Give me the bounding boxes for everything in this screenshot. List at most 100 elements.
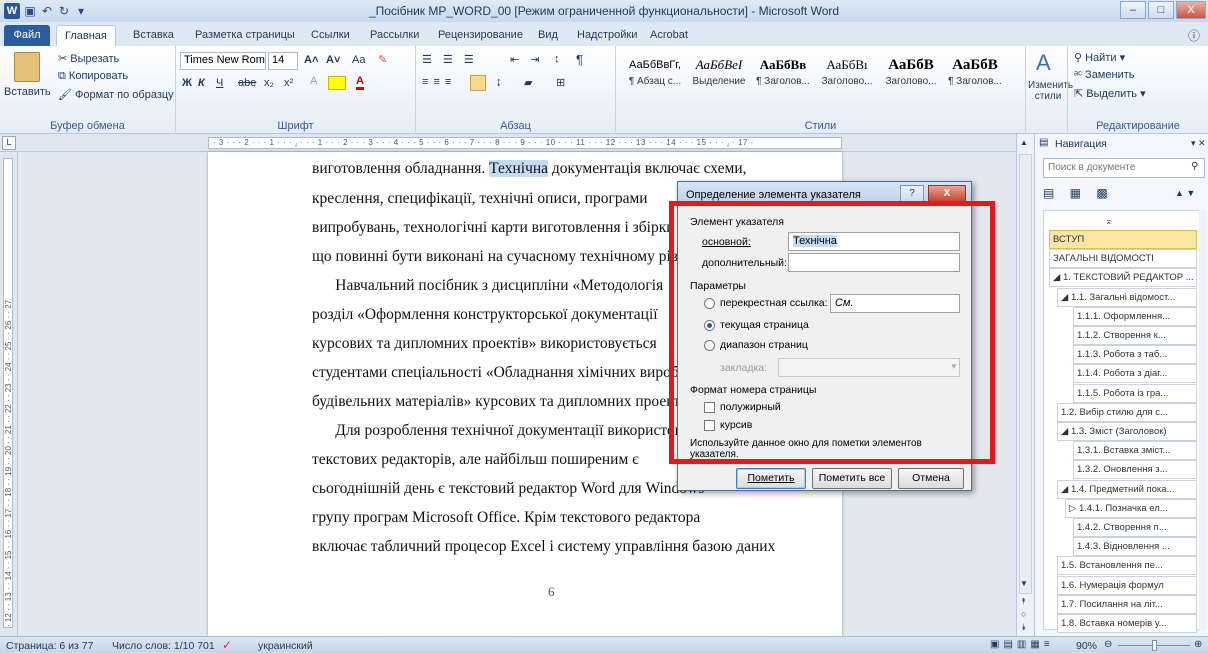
style-item-heading1[interactable]: АаБбВв ¶ Заголов... <box>752 50 814 94</box>
zoom-out-icon[interactable]: ⊖ <box>1104 639 1112 650</box>
view-buttons-icon[interactable]: ▣▤▥▦≡ <box>990 639 1054 650</box>
word-count[interactable]: Число слов: 1/10 701 <box>112 640 215 652</box>
nav-item[interactable]: 1.2. Вибір стилю для с... <box>1057 402 1197 422</box>
highlight-icon[interactable] <box>328 76 346 90</box>
nav-item[interactable]: 1.3.2. Оновлення з... <box>1073 460 1197 480</box>
cut-button[interactable]: ✂ Вырезать <box>58 52 119 65</box>
nav-item[interactable]: 1.4.3. Відновлення ... <box>1073 537 1197 557</box>
prev-page-icon[interactable]: ⯭ <box>1021 596 1026 607</box>
font-name-select[interactable]: Times New Rom <box>180 52 266 70</box>
maximize-button[interactable]: □ <box>1148 1 1174 19</box>
nav-item[interactable]: ◢ 1.3. Зміст (Заголовок) <box>1057 422 1197 441</box>
language-indicator[interactable]: украинский <box>258 640 313 652</box>
shrink-font-button[interactable]: A˅ <box>326 54 340 66</box>
mark-all-button[interactable]: Пометить все <box>812 468 892 489</box>
text-effects-icon[interactable]: A <box>310 75 317 87</box>
collapse-icon[interactable]: ⌅ <box>1105 216 1113 227</box>
nav-close-icon[interactable]: ▾ ✕ <box>1191 138 1206 149</box>
bullets-icon[interactable]: ☰ ☰ ☰ <box>422 53 478 66</box>
zoom-slider-thumb[interactable] <box>1151 640 1157 651</box>
tab-references[interactable]: Ссылки <box>303 25 358 46</box>
tab-review[interactable]: Рецензирование <box>430 25 531 46</box>
vertical-ruler[interactable]: · 12 · · 13 · · 14 · · 15 · · 16 · · 17 … <box>0 152 18 636</box>
next-page-icon[interactable]: ⯯ <box>1021 622 1026 633</box>
line-spacing-icon[interactable]: ↨ <box>496 76 502 88</box>
replace-button[interactable]: ᵃᶜ Заменить <box>1074 69 1134 81</box>
nav-item[interactable]: 1.1.5. Робота із гра... <box>1073 383 1197 403</box>
nav-item[interactable]: 1.4.2. Створення п... <box>1073 518 1197 537</box>
change-case-button[interactable]: Aa <box>352 54 365 66</box>
tab-view[interactable]: Вид <box>530 25 566 46</box>
font-color-icon[interactable]: A <box>356 75 364 90</box>
search-icon[interactable]: ⚲ <box>1191 161 1198 172</box>
nav-item[interactable]: ВСТУП <box>1049 230 1197 249</box>
grow-font-button[interactable]: A˄ <box>304 54 318 66</box>
nav-item[interactable]: 1.1.3. Робота з таб... <box>1073 345 1197 365</box>
page-count[interactable]: Страница: 6 из 77 <box>6 640 93 652</box>
zoom-level[interactable]: 90% <box>1076 640 1097 652</box>
italic-button[interactable]: К <box>198 77 205 89</box>
tab-page-layout[interactable]: Разметка страницы <box>187 25 303 46</box>
superscript-button[interactable]: x² <box>284 77 293 89</box>
nav-item[interactable]: 1.3.1. Вставка зміст... <box>1073 441 1197 461</box>
mark-button[interactable]: Пометить <box>736 468 806 489</box>
indent-icon[interactable]: ⇤ ⇥ <box>510 53 544 66</box>
nav-scrollbar[interactable] <box>1199 210 1207 630</box>
paste-button[interactable]: Вставить <box>4 86 51 98</box>
nav-item[interactable]: 1.1.4. Робота з діаг... <box>1073 364 1197 384</box>
align-icons[interactable]: ≡≡≡ <box>422 76 456 88</box>
bold-button[interactable]: Ж <box>182 77 192 89</box>
nav-item[interactable]: 1.5. Встановлення пе... <box>1057 556 1197 576</box>
nav-item[interactable]: ◢ 1. ТЕКСТОВИЙ РЕДАКТОР ... <box>1049 268 1197 288</box>
copy-button[interactable]: ⧉ Копировать <box>58 70 128 83</box>
vertical-scrollbar[interactable]: ▲ ▼ ⯭ ○ ⯯ <box>1016 134 1034 636</box>
spelling-icon[interactable]: ✓ <box>222 638 232 652</box>
nav-view-tabs[interactable]: ▤ ▦ ▩ <box>1043 186 1114 200</box>
close-button[interactable]: X <box>1176 1 1206 19</box>
tab-acrobat[interactable]: Acrobat <box>642 25 696 46</box>
find-button[interactable]: ⚲ Найти ▾ <box>1074 51 1125 64</box>
nav-item[interactable]: 1.1.2. Створення к... <box>1073 326 1197 345</box>
tab-file[interactable]: Файл <box>4 25 50 46</box>
underline-button[interactable]: Ч <box>216 77 223 89</box>
scroll-up-icon[interactable]: ▲ <box>1020 138 1028 147</box>
justify-icon[interactable] <box>470 75 486 91</box>
clear-format-icon[interactable]: ✎ <box>378 53 387 66</box>
tab-addins[interactable]: Надстройки <box>569 25 645 46</box>
nav-arrows-icon[interactable]: ▲ ▼ <box>1175 188 1195 198</box>
help-icon[interactable]: ⓘ <box>1188 27 1200 44</box>
show-marks-button[interactable]: ¶ <box>576 52 583 67</box>
zoom-in-icon[interactable]: ⊕ <box>1194 639 1202 650</box>
nav-item[interactable]: ЗАГАЛЬНІ ВІДОМОСТІ <box>1049 249 1197 269</box>
browse-object-icon[interactable]: ○ <box>1021 609 1026 619</box>
shading-icon[interactable]: ▰ <box>524 76 532 89</box>
tab-home[interactable]: Главная <box>56 25 116 46</box>
font-size-select[interactable]: 14 <box>268 52 298 70</box>
subscript-button[interactable]: x₂ <box>264 77 274 89</box>
nav-search-input[interactable]: Поиск в документе <box>1043 158 1205 178</box>
horizontal-ruler[interactable]: L · 3 · · · 2 · · · 1 · · · ⁁ · · · 1 · … <box>0 134 1016 152</box>
scroll-down-icon[interactable]: ▼ <box>1020 579 1028 588</box>
cancel-button[interactable]: Отмена <box>898 468 964 489</box>
dialog-help-button[interactable]: ? <box>900 185 924 202</box>
tab-mailings[interactable]: Рассылки <box>362 25 427 46</box>
nav-item[interactable]: 1.7. Посилання на літ... <box>1057 594 1197 614</box>
style-item-emphasis[interactable]: АаБбВеI Выделение <box>688 50 750 94</box>
tab-insert[interactable]: Вставка <box>125 25 182 46</box>
style-item-paragraph[interactable]: АаБбВвГг, ¶ Абзац с... <box>624 50 686 94</box>
nav-item[interactable]: 1.1.1. Оформлення... <box>1073 306 1197 326</box>
change-styles-icon[interactable]: A <box>1036 50 1051 76</box>
borders-icon[interactable]: ⊞ <box>556 76 565 89</box>
strikethrough-button[interactable]: abe <box>238 77 256 89</box>
style-item-heading3[interactable]: АаБбВ Заголово... <box>880 50 942 94</box>
tab-selector-icon[interactable]: L <box>2 136 16 150</box>
change-styles-button[interactable]: Изменить стили <box>1028 80 1073 102</box>
style-item-heading2[interactable]: АаБбВı Заголово... <box>816 50 878 94</box>
select-button[interactable]: ⇱ Выделить ▾ <box>1074 87 1146 100</box>
paste-icon[interactable] <box>14 52 40 82</box>
style-item-heading4[interactable]: АаБбВ ¶ Заголов... <box>944 50 1006 94</box>
nav-item[interactable]: 1.6. Нумерація формул <box>1057 575 1197 595</box>
sort-icon[interactable]: ↕ <box>554 53 560 65</box>
nav-item[interactable]: ◢ 1.1. Загальні відомост... <box>1057 287 1197 307</box>
format-painter-button[interactable]: 🖌 Формат по образцу <box>58 88 174 101</box>
